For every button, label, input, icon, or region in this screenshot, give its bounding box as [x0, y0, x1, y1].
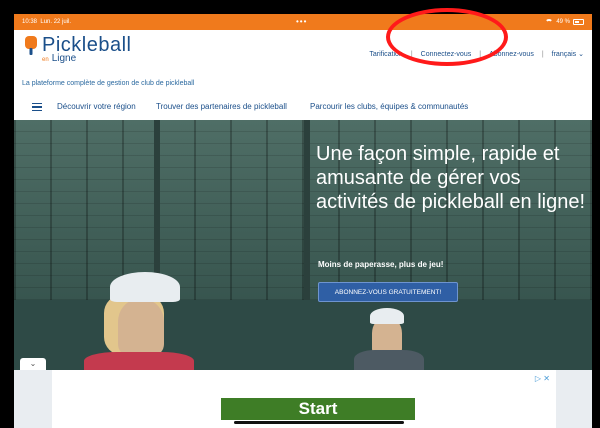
status-time: 10:38 [22, 19, 38, 25]
chevron-down-icon: ⌄ [578, 51, 584, 58]
battery-icon [573, 19, 584, 25]
hero-subtitle: Moins de paperasse, plus de jeu! [318, 260, 444, 269]
hero-title: Une façon simple, rapide et amusante de … [316, 143, 586, 213]
hamburger-menu-icon[interactable] [32, 103, 42, 111]
tablet-frame: 10:38 Lun. 22 juil. ••• 49 % Pickleball … [0, 0, 600, 428]
cap-photo [110, 272, 180, 302]
menu-item-discover[interactable]: Découvrir votre région [57, 102, 136, 111]
menu-item-partners[interactable]: Trouver des partenaires de pickleball [156, 102, 287, 111]
chevron-down-icon: ⌄ [29, 359, 37, 368]
home-indicator[interactable] [234, 421, 404, 424]
nav-separator: | [541, 50, 544, 58]
player-photo [118, 300, 164, 355]
site-tagline: La plateforme complète de gestion de clu… [22, 80, 195, 87]
status-date: Lun. 22 juil. [40, 19, 72, 25]
battery-percent: 49 % [556, 19, 570, 25]
ad-start-button[interactable]: Start [221, 398, 415, 420]
cap-photo [370, 308, 404, 324]
menu-item-clubs[interactable]: Parcourir les clubs, équipes & communaut… [310, 102, 468, 111]
language-selector[interactable]: français ⌄ [552, 50, 584, 58]
paddle-logo-icon [25, 36, 37, 55]
wifi-icon [545, 19, 554, 25]
collapse-ad-button[interactable]: ⌄ [20, 358, 46, 370]
signup-free-button[interactable]: ABONNEZ-VOUS GRATUITEMENT! [318, 282, 458, 302]
multitask-dots-icon[interactable]: ••• [296, 14, 307, 30]
ad-close-icon[interactable]: ▷ ✕ [535, 374, 550, 383]
main-menu: Découvrir votre région Trouver des parte… [14, 94, 592, 120]
red-circle-annotation [386, 8, 508, 66]
browser-screen: 10:38 Lun. 22 juil. ••• 49 % Pickleball … [14, 14, 592, 428]
logo-subtitle: en Ligne [42, 53, 77, 64]
